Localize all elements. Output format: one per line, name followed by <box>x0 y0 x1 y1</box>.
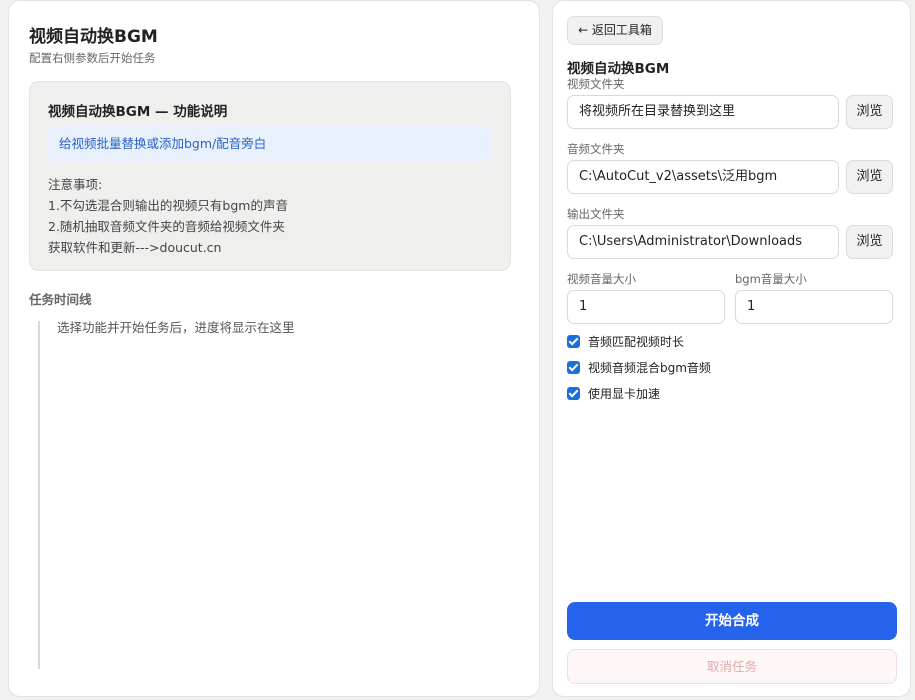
video-volume-label: 视频音量大小 <box>567 272 636 286</box>
video-folder-label: 视频文件夹 <box>567 77 625 91</box>
video-folder-browse-button[interactable]: 浏览 <box>846 95 893 129</box>
checkbox-checked[interactable] <box>567 335 580 348</box>
note-line: 1.不勾选混合则输出的视频只有bgm的声音 <box>48 198 288 213</box>
back-to-toolbox-button[interactable]: ← 返回工具箱 <box>567 16 663 45</box>
audio-folder-browse-button[interactable]: 浏览 <box>846 160 893 194</box>
note-line: 注意事项: <box>48 177 103 192</box>
output-folder-input[interactable]: C:\Users\Administrator\Downloads <box>567 225 839 259</box>
audio-folder-label: 音频文件夹 <box>567 142 625 156</box>
option-label: 使用显卡加速 <box>588 387 661 401</box>
output-folder-label: 输出文件夹 <box>567 207 625 221</box>
start-compose-button[interactable]: 开始合成 <box>567 602 897 640</box>
description-highlight: 给视频批量替换或添加bgm/配音旁白 <box>47 126 492 162</box>
output-folder-browse-button[interactable]: 浏览 <box>846 225 893 259</box>
timeline-title: 任务时间线 <box>29 292 92 307</box>
checkbox-checked[interactable] <box>567 361 580 374</box>
option-label: 视频音频混合bgm音频 <box>588 361 711 375</box>
checkbox-checked[interactable] <box>567 387 580 400</box>
cancel-task-button[interactable]: 取消任务 <box>567 649 897 684</box>
video-folder-input[interactable]: 将视频所在目录替换到这里 <box>567 95 839 129</box>
settings-title: 视频自动换BGM <box>567 61 670 77</box>
timeline-placeholder: 选择功能并开始任务后，进度将显示在这里 <box>57 320 295 335</box>
page-subtitle: 配置右侧参数后开始任务 <box>29 51 156 65</box>
timeline-line <box>38 321 40 669</box>
page-title: 视频自动换BGM <box>29 27 158 47</box>
settings-panel: ← 返回工具箱 视频自动换BGM 视频文件夹 将视频所在目录替换到这里 浏览 音… <box>552 0 911 697</box>
option-match-duration[interactable]: 音频匹配视频时长 <box>567 334 684 350</box>
option-label: 音频匹配视频时长 <box>588 335 685 349</box>
description-notes: 注意事项: 1.不勾选混合则输出的视频只有bgm的声音 2.随机抽取音频文件夹的… <box>48 174 288 258</box>
bgm-volume-input[interactable]: 1 <box>735 290 893 324</box>
description-card: 视频自动换BGM — 功能说明 给视频批量替换或添加bgm/配音旁白 注意事项:… <box>29 81 511 271</box>
video-volume-input[interactable]: 1 <box>567 290 725 324</box>
note-line: 获取软件和更新--->doucut.cn <box>48 240 222 255</box>
left-panel: 视频自动换BGM 配置右侧参数后开始任务 视频自动换BGM — 功能说明 给视频… <box>8 0 540 697</box>
bgm-volume-label: bgm音量大小 <box>735 272 807 286</box>
option-mix-audio[interactable]: 视频音频混合bgm音频 <box>567 360 711 376</box>
description-title: 视频自动换BGM — 功能说明 <box>48 104 228 120</box>
note-line: 2.随机抽取音频文件夹的音频给视频文件夹 <box>48 219 285 234</box>
audio-folder-input[interactable]: C:\AutoCut_v2\assets\泛用bgm <box>567 160 839 194</box>
option-gpu-acceleration[interactable]: 使用显卡加速 <box>567 386 660 402</box>
